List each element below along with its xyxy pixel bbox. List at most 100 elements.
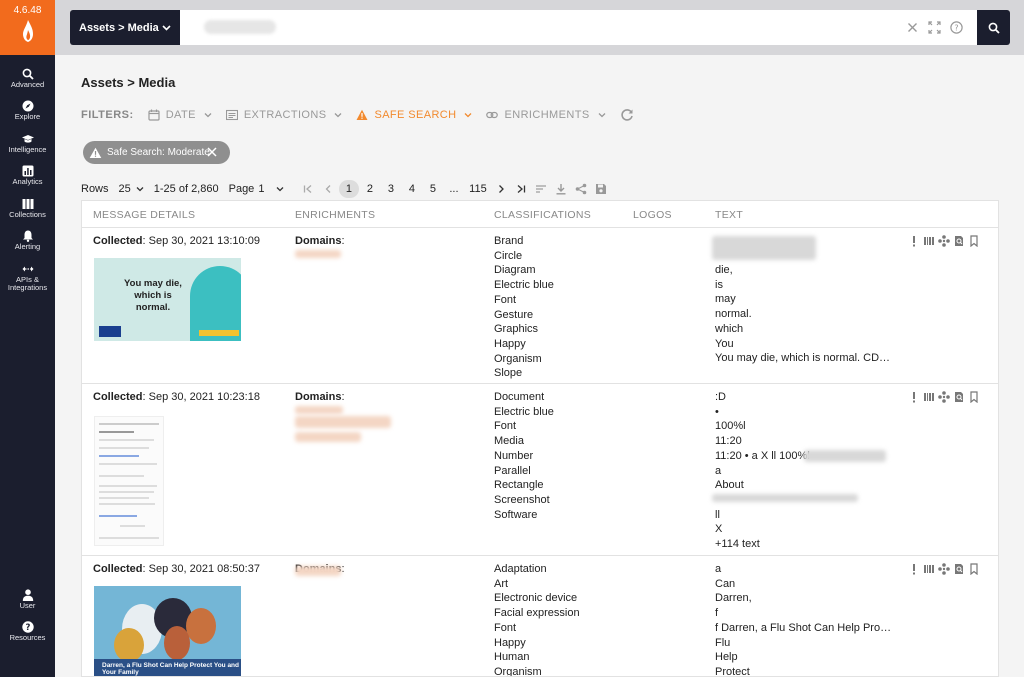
bookmark-icon[interactable] [968,235,980,248]
text-item: a [715,464,722,477]
page-1[interactable]: 1 [338,180,359,198]
search-button[interactable] [977,10,1010,45]
sidebar: 4.6.48 Advanced Explore Intelligence Ana… [0,0,55,677]
media-thumbnail[interactable]: You may die, which is normal. [94,258,241,341]
network-icon[interactable] [938,391,950,403]
nav-alerting[interactable]: Alerting [0,225,55,258]
page-4[interactable]: 4 [402,183,422,195]
document-search-icon[interactable] [953,391,965,403]
alert-icon[interactable] [908,391,920,403]
nav-analytics[interactable]: Analytics [0,160,55,193]
text-redacted [712,236,816,260]
header-classifications[interactable]: CLASSIFICATIONS [494,209,591,221]
table-row[interactable]: Collected: Sep 30, 2021 08:50:37 Darren,… [82,556,998,676]
header-logos[interactable]: LOGOS [633,209,672,221]
classification-item: Number [494,449,534,462]
text-item: f [715,607,719,620]
link-icon [486,111,499,119]
classification-item: Gesture [494,308,534,321]
prev-page-icon[interactable] [322,183,334,195]
media-thumbnail[interactable] [94,416,164,546]
document-search-icon[interactable] [953,563,965,575]
classification-item: Rectangle [494,479,544,492]
close-icon[interactable] [207,147,217,157]
collected-label: Collected [93,235,143,247]
sort-icon[interactable] [535,183,547,195]
breadcrumb-dropdown[interactable]: Assets > Media [70,10,180,45]
page-115[interactable]: 115 [465,183,491,195]
text-redacted [804,450,886,462]
search-query-redacted [204,20,276,34]
filter-date[interactable]: DATE [148,109,212,121]
thumbnail-caption: Darren, a Flu Shot Can Help Protect You … [102,662,240,676]
text-item: which [715,322,744,335]
share-icon[interactable] [575,183,587,195]
document-search-icon[interactable] [953,235,965,247]
compass-icon [22,100,33,112]
barcode-icon[interactable] [923,563,935,575]
last-page-icon[interactable] [515,183,527,195]
classification-item: Software [494,508,538,521]
page-3[interactable]: 3 [381,183,401,195]
table-row[interactable]: Collected: Sep 30, 2021 13:10:09 You may… [82,228,998,384]
bookmark-icon[interactable] [968,563,980,576]
header-text[interactable]: TEXT [715,209,743,221]
table-row[interactable]: Collected: Sep 30, 2021 10:23:18 Domains… [82,384,998,556]
search-input[interactable]: ? [180,10,977,45]
filter-enrichments[interactable]: ENRICHMENTS [486,109,606,121]
clear-icon[interactable] [906,21,919,34]
help-circle-icon[interactable]: ? [950,21,963,34]
nav-explore[interactable]: Explore [0,95,55,128]
save-icon[interactable] [595,183,607,195]
app-version: 4.6.48 [13,5,42,16]
nav-resources-label: Resources [9,633,46,643]
nav-apis[interactable]: APIs & Integrations [0,257,55,297]
text-redacted [712,494,858,502]
alert-icon[interactable] [908,235,920,247]
filter-safe-search[interactable]: SAFE SEARCH [356,109,472,121]
search-icon [22,68,34,80]
filter-extractions[interactable]: EXTRACTIONS [225,109,343,121]
thumbnail-caption: You may die, which is normal. [124,278,182,313]
nav-resources[interactable]: ? Resources [0,616,55,649]
domains-value-redacted [295,406,343,414]
page-2[interactable]: 2 [360,183,380,195]
nav-collections[interactable]: Collections [0,192,55,225]
domains-label: Domains: [295,391,345,403]
nav-user[interactable]: User [0,583,55,616]
next-page-icon[interactable] [495,183,507,195]
text-list: :D • 100%l 11:20 11:20 • a X ll 100%l a … [715,390,895,552]
safe-search-chip[interactable]: Safe Search: Moderate [83,141,230,164]
alert-icon[interactable] [908,563,920,575]
text-more-link[interactable]: +114 text [715,537,893,552]
arrows-icon [22,266,33,271]
nav-advanced[interactable]: Advanced [0,62,55,95]
barcode-icon[interactable] [923,235,935,247]
page-5[interactable]: 5 [423,183,443,195]
nav-intelligence[interactable]: Intelligence [0,127,55,160]
header-message-details[interactable]: MESSAGE DETAILS [93,209,195,221]
nav-alerting-label: Alerting [14,242,41,252]
text-item: 11:20 [715,435,742,448]
brand-logo[interactable]: 4.6.48 [0,0,55,55]
refresh-button[interactable] [620,108,640,122]
expand-icon[interactable] [928,21,941,34]
first-page-icon[interactable] [302,183,314,195]
bookmark-icon[interactable] [968,391,980,404]
nav-user-label: User [19,600,36,610]
collected-date: Collected: Sep 30, 2021 08:50:37 [93,563,260,575]
network-icon[interactable] [938,563,950,575]
barcode-icon[interactable] [923,391,935,403]
header-enrichments[interactable]: ENRICHMENTS [295,209,375,221]
warning-icon [89,147,102,158]
network-icon[interactable] [938,235,950,247]
classification-item: Electric blue [494,405,554,418]
page-select[interactable]: 1 [258,183,284,195]
rows-per-page-select[interactable]: 25 [119,183,144,195]
classifications-list: Adaptation Art Electronic device Facial … [494,562,580,676]
page-label: Page [228,183,255,195]
media-thumbnail[interactable]: Darren, a Flu Shot Can Help Protect You … [94,586,241,676]
page-select-value: 1 [258,183,265,195]
download-icon[interactable] [555,183,567,195]
domains-label-text: Domains [295,235,342,247]
